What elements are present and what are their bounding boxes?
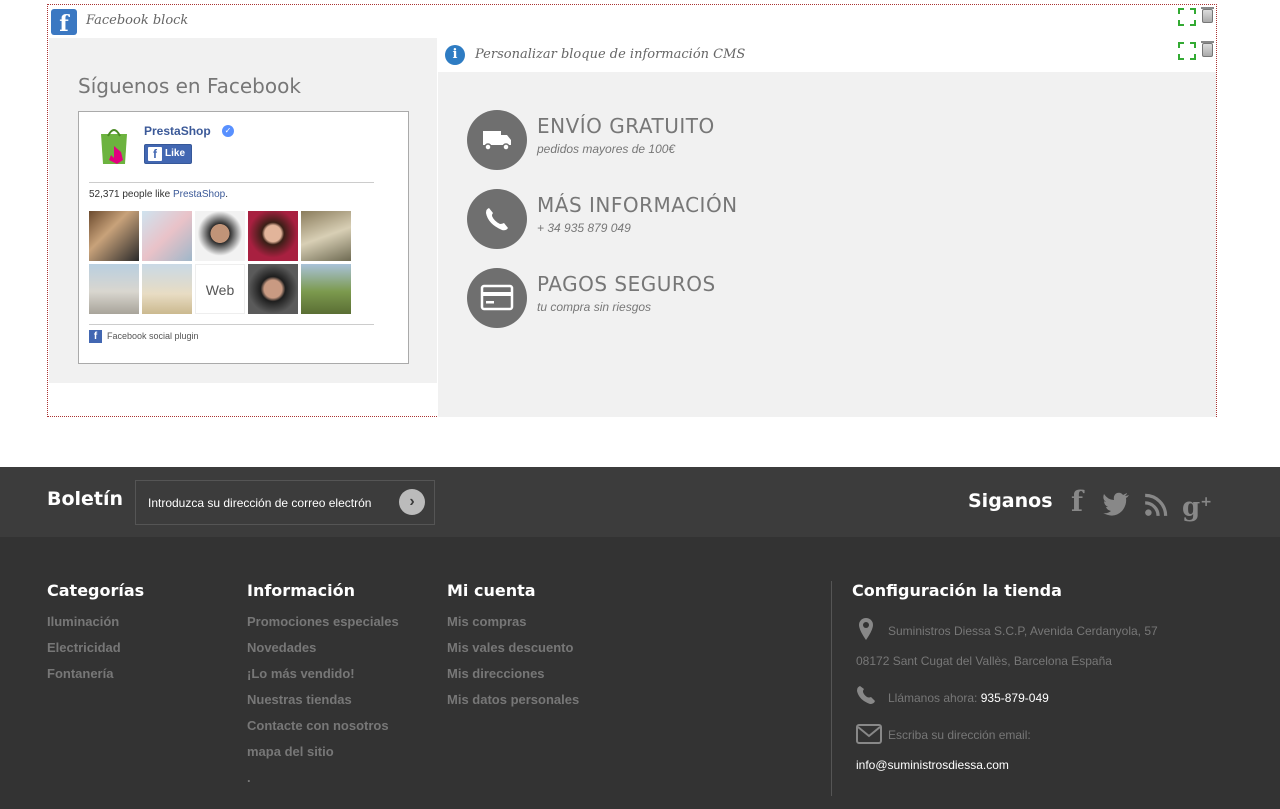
footer-link[interactable]: Mis datos personales <box>447 692 579 718</box>
footer-link[interactable]: Novedades <box>247 640 399 666</box>
block-tools <box>1178 7 1216 26</box>
newsletter-bar: Boletín › Siganos f g+ <box>0 467 1280 537</box>
footer-categories-title: Categorías <box>47 581 145 600</box>
cms-item-title: MÁS INFORMACIÓN <box>537 193 738 217</box>
footer-link[interactable]: mapa del sitio <box>247 744 399 770</box>
divider <box>89 182 374 183</box>
footer-link[interactable]: Promociones especiales <box>247 614 399 640</box>
like-label: Like <box>165 148 186 159</box>
cms-item-title: ENVÍO GRATUITO <box>537 114 715 138</box>
store-email-label: Escriba su dirección email: <box>888 728 1031 742</box>
fan-avatar[interactable] <box>301 211 351 261</box>
footer-divider <box>831 581 832 796</box>
facebook-like-box: PrestaShop ✓ f Like 52,371 people like P… <box>78 111 409 364</box>
fan-avatar[interactable] <box>195 211 245 261</box>
likes-count-text: 52,371 people like <box>89 189 171 200</box>
cms-block-header: i Personalizar bloque de información CMS <box>438 39 1216 72</box>
footer-account-title: Mi cuenta <box>447 581 536 600</box>
trash-icon[interactable] <box>1201 7 1214 23</box>
block-tools <box>1178 41 1216 60</box>
footer-trailing-mark: . <box>247 770 251 785</box>
likes-suffix: . <box>225 189 229 200</box>
footer-store-info: Configuración la tienda Suministros Dies… <box>852 581 1272 772</box>
cms-item-shipping: ENVÍO GRATUITO pedidos mayores de 100€ <box>467 110 867 170</box>
store-address-line2: 08172 Sant Cugat del Vallès, Barcelona E… <box>856 654 1112 668</box>
google-plus-icon[interactable]: g+ <box>1180 487 1214 523</box>
fan-avatar[interactable] <box>248 211 298 261</box>
footer-link[interactable]: Mis direcciones <box>447 666 579 692</box>
prestashop-logo-icon <box>101 129 127 164</box>
cms-item-more-info: MÁS INFORMACIÓN + 34 935 879 049 <box>467 189 867 249</box>
twitter-icon[interactable] <box>1102 489 1130 519</box>
facebook-icon[interactable]: f <box>1063 487 1091 517</box>
trash-icon[interactable] <box>1201 41 1214 57</box>
facebook-heading: Síguenos en Facebook <box>78 74 301 98</box>
info-icon: i <box>445 45 465 65</box>
credit-card-icon <box>467 268 527 328</box>
facebook-page-name[interactable]: PrestaShop <box>144 124 211 138</box>
footer-categories: Categorías Iluminación Electricidad Font… <box>47 581 144 692</box>
verified-badge-icon: ✓ <box>222 125 234 137</box>
fan-avatar[interactable] <box>248 264 298 314</box>
footer-link[interactable]: Iluminación <box>47 614 144 640</box>
facebook-like-button[interactable]: f Like <box>144 144 192 164</box>
follow-title: Siganos <box>968 490 1053 512</box>
newsletter-email-input[interactable] <box>135 480 435 525</box>
cms-block-title: Personalizar bloque de información CMS <box>475 47 746 62</box>
cms-item-title: PAGOS SEGUROS <box>537 272 716 296</box>
store-address-line1: Suministros Diessa S.C.P, Avenida Cerdan… <box>888 624 1158 638</box>
cms-item-subtitle: pedidos mayores de 100€ <box>537 142 676 156</box>
store-call-label: Llámanos ahora: <box>888 691 978 705</box>
footer-link[interactable]: Mis compras <box>447 614 579 640</box>
fan-avatar[interactable] <box>301 264 351 314</box>
rss-icon[interactable] <box>1143 489 1171 519</box>
facebook-panel: Síguenos en Facebook PrestaShop ✓ f Like… <box>49 38 437 383</box>
facebook-plugin-credit[interactable]: f Facebook social plugin <box>89 330 199 343</box>
footer-information-title: Información <box>247 581 356 600</box>
footer-link[interactable]: Contacte con nosotros <box>247 718 399 744</box>
fan-avatar[interactable] <box>142 264 192 314</box>
footer-information: Información Promociones especiales Noved… <box>247 581 399 796</box>
facebook-block-header: f Facebook block <box>48 5 1216 37</box>
truck-icon <box>467 110 527 170</box>
fan-avatar[interactable] <box>142 211 192 261</box>
footer-store-title: Configuración la tienda <box>852 581 1062 600</box>
move-icon[interactable] <box>1178 42 1196 60</box>
plugin-label: Facebook social plugin <box>107 331 199 341</box>
cms-item-subtitle: tu compra sin riesgos <box>537 300 652 314</box>
fan-avatar[interactable]: Web <box>195 264 245 314</box>
facebook-block-title: Facebook block <box>86 13 189 28</box>
footer-link[interactable]: Fontanería <box>47 666 144 692</box>
cms-item-subtitle: + 34 935 879 049 <box>537 221 631 235</box>
store-call: Llámanos ahora: 935-879-049 <box>888 691 1049 705</box>
footer-link[interactable]: ¡Lo más vendido! <box>247 666 399 692</box>
footer-link[interactable]: Nuestras tiendas <box>247 692 399 718</box>
newsletter-submit-icon[interactable]: › <box>399 489 425 515</box>
store-email-link[interactable]: info@suministrosdiessa.com <box>856 758 1009 772</box>
footer-link[interactable]: Electricidad <box>47 640 144 666</box>
facebook-logo-icon: f <box>51 9 77 35</box>
cms-info-panel: ENVÍO GRATUITO pedidos mayores de 100€ M… <box>438 72 1216 417</box>
phone-icon <box>467 189 527 249</box>
fan-avatar[interactable] <box>89 211 139 261</box>
editor-frame: f Facebook block Síguenos en Facebook Pr… <box>47 4 1217 417</box>
map-marker-icon <box>859 618 873 640</box>
phone-icon <box>857 686 875 704</box>
footer: Categorías Iluminación Electricidad Font… <box>0 537 1280 809</box>
envelope-icon <box>856 724 882 744</box>
store-phone[interactable]: 935-879-049 <box>981 691 1049 705</box>
page: f Facebook block Síguenos en Facebook Pr… <box>0 0 1280 809</box>
cms-item-secure-payment: PAGOS SEGUROS tu compra sin riesgos <box>467 268 867 328</box>
divider <box>89 324 374 325</box>
move-icon[interactable] <box>1178 8 1196 26</box>
likes-count: 52,371 people like PrestaShop. <box>89 189 228 200</box>
footer-link[interactable]: Mis vales descuento <box>447 640 579 666</box>
facebook-mini-icon: f <box>89 330 102 343</box>
likes-page-link[interactable]: PrestaShop <box>173 189 225 200</box>
footer-account: Mi cuenta Mis compras Mis vales descuent… <box>447 581 579 718</box>
facebook-mini-icon: f <box>148 147 162 161</box>
fan-avatar[interactable] <box>89 264 139 314</box>
newsletter-title: Boletín <box>47 488 124 510</box>
